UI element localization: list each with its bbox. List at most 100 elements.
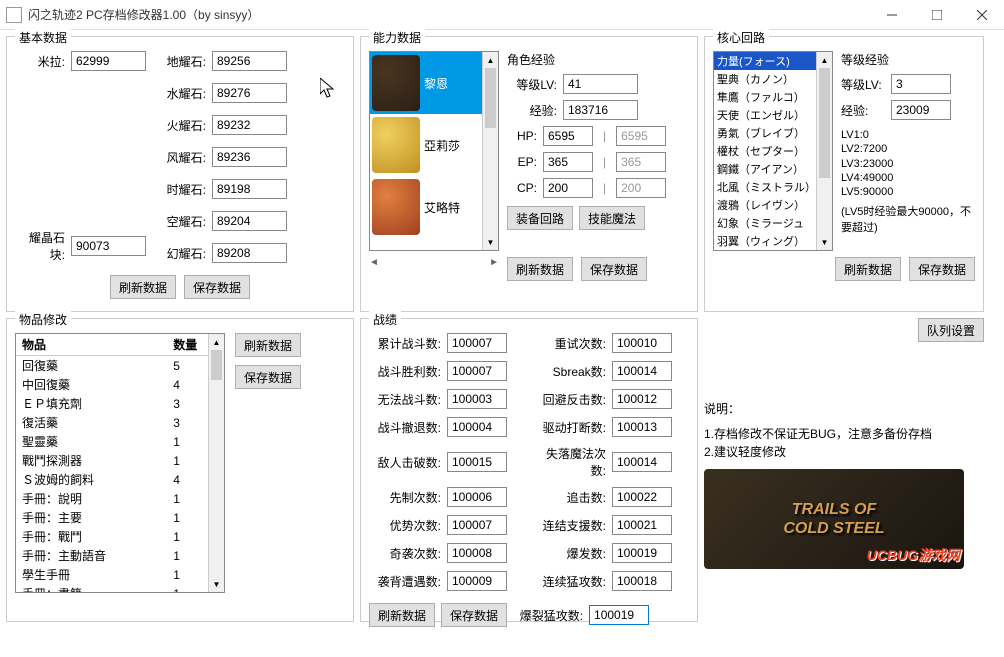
core-item[interactable]: 力量(フォース) [714,52,832,70]
battle-stat-input[interactable] [447,487,507,507]
battle-stat-input[interactable] [447,543,507,563]
level-label: 等级LV: [507,76,557,93]
table-row[interactable]: 聖靈藥1 [16,432,224,451]
battle-save-button[interactable]: 保存数据 [441,603,507,627]
ep2-input[interactable] [616,152,666,172]
huanyao-input[interactable] [212,243,287,263]
table-row[interactable]: 學生手冊1 [16,565,224,584]
scroll-left-icon[interactable]: ◄ [369,257,379,281]
minimize-button[interactable] [869,0,914,29]
table-row[interactable]: Ｓ波姆的飼料4 [16,470,224,489]
items-save-button[interactable]: 保存数据 [235,365,301,389]
items-refresh-button[interactable]: 刷新数据 [235,333,301,357]
ep-input[interactable] [543,152,593,172]
exp-input[interactable] [563,100,638,120]
battle-stat-input[interactable] [447,515,507,535]
table-row[interactable]: 復活藥3 [16,413,224,432]
scroll-right-icon[interactable]: ► [489,257,499,281]
core-refresh-button[interactable]: 刷新数据 [835,257,901,281]
core-item[interactable]: 聖典（カノン） [714,70,832,88]
items-scrollbar[interactable]: ▲▼ [208,334,224,592]
battle-stat-input[interactable] [612,571,672,591]
battle-stat-input[interactable] [447,571,507,591]
items-group: 物品修改 物品数量回復藥5中回復藥4ＥＰ填充劑3復活藥3聖靈藥1戰鬥探測器1Ｓ波… [6,318,354,622]
battle-stat-input[interactable] [612,452,672,472]
ability-save-button[interactable]: 保存数据 [581,257,647,281]
cp-label: CP: [507,181,537,195]
hp-input[interactable] [543,126,593,146]
core-item[interactable]: 隼鷹（ファルコ） [714,88,832,106]
exp-label: 经验: [507,102,557,119]
core-item[interactable]: 鋼鐵（アイアン） [714,160,832,178]
battle-stat-label: 战斗撤退数: [369,419,441,436]
battle-stat-input[interactable] [612,515,672,535]
char-item-2[interactable]: 亞莉莎 [370,114,498,176]
core-item[interactable]: 渡鴉（レイヴン） [714,196,832,214]
char-item-1[interactable]: 黎恩 [370,52,498,114]
battle-stat-input[interactable] [612,389,672,409]
core-item[interactable]: 神盾（イージス） [714,250,832,251]
maximize-button[interactable] [914,0,959,29]
table-row[interactable]: 手冊：書籍1 [16,584,224,593]
core-item[interactable]: 羽翼（ウィング） [714,232,832,250]
table-row[interactable]: 手冊：戰鬥1 [16,527,224,546]
battle-stat-input[interactable] [612,333,672,353]
items-table[interactable]: 物品数量回復藥5中回復藥4ＥＰ填充劑3復活藥3聖靈藥1戰鬥探測器1Ｓ波姆的飼料4… [15,333,225,593]
fengyao-input[interactable] [212,147,287,167]
core-list[interactable]: 力量(フォース)聖典（カノン）隼鷹（ファルコ）天使（エンゼル）勇氣（ブレイブ）權… [713,51,833,251]
core-item[interactable]: 幻象（ミラージュ [714,214,832,232]
table-row[interactable]: 回復藥5 [16,356,224,376]
table-row[interactable]: ＥＰ填充劑3 [16,394,224,413]
window-titlebar: 闪之轨迹2 PC存档修改器1.00（by sinsyy） [0,0,1004,30]
table-row[interactable]: 中回復藥4 [16,375,224,394]
kongyao-input[interactable] [212,211,287,231]
table-row[interactable]: 手冊：說明1 [16,489,224,508]
character-list[interactable]: 黎恩 亞莉莎 艾略特 ▲▼ [369,51,499,251]
basic-save-button[interactable]: 保存数据 [184,275,250,299]
table-row[interactable]: 手冊：主要1 [16,508,224,527]
battle-stat-input[interactable] [447,361,507,381]
char-item-3[interactable]: 艾略特 [370,176,498,238]
ability-refresh-button[interactable]: 刷新数据 [507,257,573,281]
core-level-input[interactable] [891,74,951,94]
battle-stat-input[interactable] [612,487,672,507]
window-title: 闪之轨迹2 PC存档修改器1.00（by sinsyy） [28,6,869,23]
core-save-button[interactable]: 保存数据 [909,257,975,281]
cp-input[interactable] [543,178,593,198]
shuiyao-input[interactable] [212,83,287,103]
battle-stat-input[interactable] [612,361,672,381]
battle-last-input[interactable] [589,605,649,625]
table-row[interactable]: 戰鬥探測器1 [16,451,224,470]
hp2-input[interactable] [616,126,666,146]
table-row[interactable]: 手冊：主動語音1 [16,546,224,565]
char-scrollbar[interactable]: ▲▼ [482,52,498,250]
core-item[interactable]: 天使（エンゼル） [714,106,832,124]
core-item[interactable]: 北風（ミストラル） [714,178,832,196]
queue-button[interactable]: 队列设置 [918,318,984,342]
diyao-input[interactable] [212,51,287,71]
skill-button[interactable]: 技能魔法 [579,206,645,230]
core-exp2-input[interactable] [891,100,951,120]
cp2-input[interactable] [616,178,666,198]
jingshi-input[interactable] [71,236,146,256]
battle-stat-input[interactable] [612,417,672,437]
avatar-2 [372,117,420,173]
battle-stat-input[interactable] [612,543,672,563]
close-button[interactable] [959,0,1004,29]
note-1: 1.存档修改不保证无BUG，注意多备份存档 [704,425,984,443]
battle-stat-input[interactable] [447,389,507,409]
core-item[interactable]: 勇氣（ブレイブ） [714,124,832,142]
battle-refresh-button[interactable]: 刷新数据 [369,603,435,627]
shiyao-input[interactable] [212,179,287,199]
level-input[interactable] [563,74,638,94]
core-scrollbar[interactable]: ▲▼ [816,52,832,250]
battle-stat-input[interactable] [447,417,507,437]
mira-input[interactable] [71,51,146,71]
battle-stat-input[interactable] [447,333,507,353]
battle-stat-input[interactable] [447,452,507,472]
basic-refresh-button[interactable]: 刷新数据 [110,275,176,299]
core-legend: 核心回路 [713,29,769,46]
core-item[interactable]: 權杖（セプター） [714,142,832,160]
equip-button[interactable]: 装备回路 [507,206,573,230]
huoyao-input[interactable] [212,115,287,135]
